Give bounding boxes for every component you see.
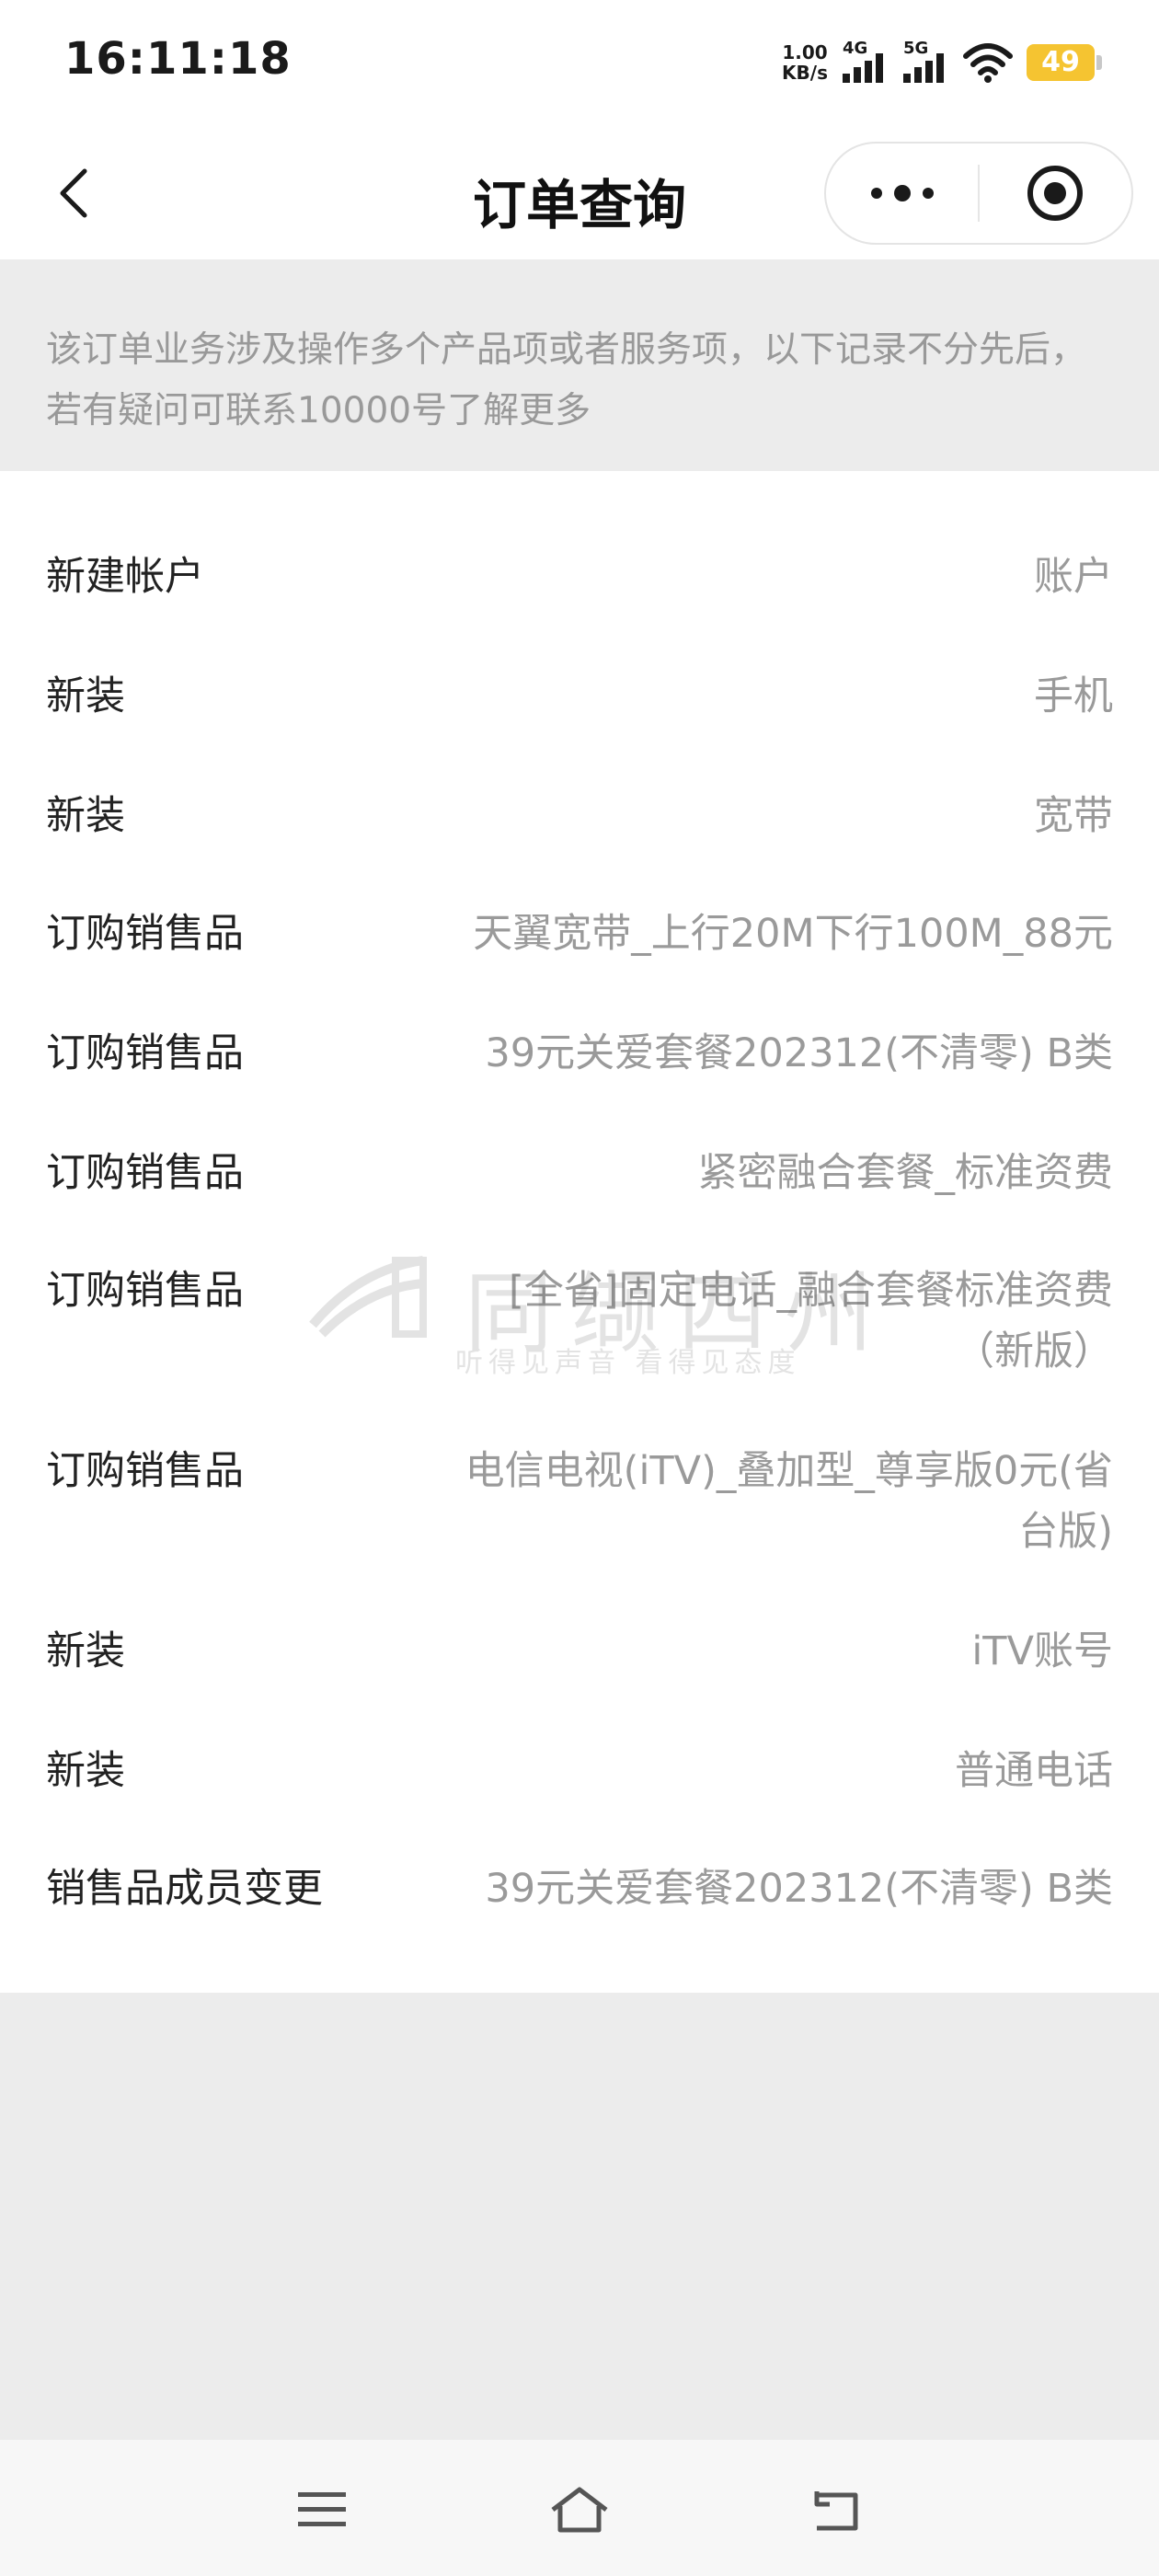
item-value: iTV账号 (971, 1628, 1113, 1674)
item-value: 39元关爱套餐202312(不清零) B类 (485, 1866, 1113, 1912)
item-label: 订购销售品 (46, 1448, 244, 1494)
item-label: 订购销售品 (46, 1030, 244, 1076)
nav-bar: 订单查询 (0, 129, 1159, 259)
network-speed-unit: KB/s (782, 62, 828, 84)
item-value: 宽带 (1034, 793, 1113, 839)
system-nav-bar (0, 2440, 1159, 2576)
item-value: 电信电视(iTV)_叠加型_尊享版0元(省台版) (465, 1448, 1113, 1555)
menu-icon (298, 2492, 346, 2526)
more-button[interactable] (826, 144, 978, 243)
item-label: 新装 (46, 1748, 125, 1794)
more-dots-icon (870, 185, 934, 201)
item-label: 订购销售品 (46, 1268, 244, 1314)
status-bar: 16:11:18 1.00 KB/s 4G 5G 49 (0, 0, 1159, 129)
item-label: 新装 (46, 673, 125, 719)
item-value: 天翼宽带_上行20M下行100M_88元 (473, 911, 1113, 957)
return-icon (814, 2491, 858, 2531)
signal-4g-icon: 4G (841, 39, 889, 86)
item-value: 紧密融合套餐_标准资费 (697, 1150, 1114, 1196)
item-label: 订购销售品 (46, 911, 244, 957)
item-value: [全省]固定电话_融合套餐标准资费（新版） (508, 1268, 1113, 1374)
status-time: 16:11:18 (64, 33, 292, 85)
menu-button[interactable] (285, 2473, 359, 2547)
item-value: 普通电话 (955, 1748, 1113, 1794)
item-label: 新装 (46, 1628, 125, 1674)
item-label: 新装 (46, 793, 125, 839)
wifi-icon (963, 43, 1013, 83)
item-value: 39元关爱套餐202312(不清零) B类 (485, 1030, 1113, 1076)
item-value: 手机 (1034, 673, 1113, 719)
item-label: 销售品成员变更 (46, 1866, 323, 1912)
signal-5g-icon: 5G (901, 39, 949, 86)
item-label: 订购销售品 (46, 1150, 244, 1196)
order-notice: 该订单业务涉及操作多个产品项或者服务项，以下记录不分先后，若有疑问可联系1000… (0, 259, 1159, 471)
miniprogram-capsule (824, 142, 1133, 245)
network-speed-value: 1.00 (782, 41, 828, 63)
return-button[interactable] (800, 2473, 874, 2547)
network-speed: 1.00 KB/s (782, 42, 828, 83)
home-button[interactable] (543, 2473, 616, 2547)
status-icons: 1.00 KB/s 4G 5G 49 (782, 37, 1102, 88)
item-label: 新建帐户 (46, 554, 204, 600)
home-icon (551, 2487, 608, 2533)
close-button[interactable] (980, 144, 1131, 243)
battery-icon: 49 (1027, 44, 1102, 81)
target-circle-icon (1027, 166, 1084, 221)
item-value: 账户 (1034, 554, 1113, 600)
order-list: 新建帐户 账户 新装 手机 新装 宽带 订购销售品 天翼宽带_上行20M下行10… (0, 471, 1159, 1993)
